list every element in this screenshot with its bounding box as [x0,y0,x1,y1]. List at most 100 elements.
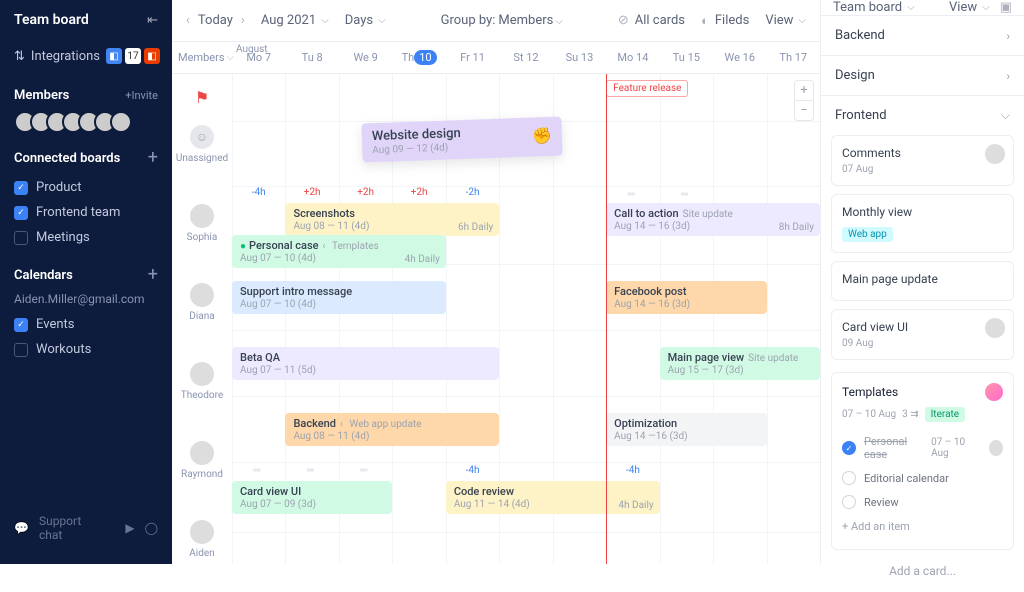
drag-handle-icon[interactable]: ═ [253,465,260,476]
drag-handle-icon[interactable]: ═ [307,465,314,476]
check-circle[interactable] [842,471,856,485]
day-header[interactable]: Th 10 [392,42,445,73]
members-column-header[interactable]: Members [172,42,232,74]
checkbox[interactable] [14,318,28,332]
group-by[interactable]: Group by:Members [441,13,563,28]
office-icon: ◧ [144,48,160,64]
sidebar-integrations[interactable]: ⇅ Integrations ◧ 17 ◧ [0,42,172,78]
checkbox[interactable] [14,343,28,357]
rp-card[interactable]: Card view UI09 Aug [831,309,1014,360]
check-circle[interactable] [842,495,856,509]
chat-icon[interactable]: 💬 [14,521,29,535]
checklist-item[interactable]: Editorial calendar [842,466,1003,490]
avatar [985,318,1005,338]
hour-delta: +2h [392,187,445,203]
avatar [190,520,214,544]
drag-handle-icon[interactable]: ═ [360,465,367,476]
day-header[interactable]: Tu 8 [285,42,338,73]
sidebar-calendar-item[interactable]: Events [14,312,158,337]
play-icon[interactable]: ▶ [125,521,134,535]
google-icon: ◧ [106,48,122,64]
timeline-card[interactable]: Beta QA Aug 07 — 11 (5d) [232,347,499,380]
rp-view-button[interactable]: View [949,0,990,15]
day-header[interactable]: Fr 11 [446,42,499,73]
layout-icon[interactable]: ▣ [1000,0,1012,15]
day-header[interactable]: We 16 [713,42,766,73]
hour-delta: -4h [232,187,285,203]
timeline-card[interactable]: Call to actionSite update Aug 14 — 16 (3… [606,203,820,236]
fields-icon: ◐ [701,13,709,29]
rp-card[interactable]: Main page update [831,261,1014,301]
day-header[interactable]: Mo 14 [606,42,659,73]
zoom-in-button[interactable]: + [795,81,813,101]
add-board-button[interactable]: + [148,149,158,167]
checkbox[interactable] [14,181,28,195]
timeline-card[interactable]: Code review Aug 11 — 14 (4d) 4h Daily [446,481,660,514]
scale-picker[interactable]: Days [345,13,386,28]
hour-delta: -4h [446,465,499,476]
timeline-card[interactable]: ●Personal case‹ Templates Aug 07 — 10 (4… [232,235,446,268]
sidebar-board-item[interactable]: Frontend team [14,200,158,225]
checkbox[interactable] [14,231,28,245]
add-calendar-button[interactable]: + [148,266,158,284]
timeline-card[interactable]: Optimization Aug 14 —16 (3d) [606,413,766,446]
hour-delta: +2h [339,187,392,203]
member-avatars[interactable] [14,111,158,133]
checkbox[interactable] [14,206,28,220]
day-header[interactable]: St 12 [499,42,552,73]
next-arrow-icon[interactable]: › [241,13,245,28]
rp-board-picker[interactable]: Team board [833,0,915,15]
rp-section-design[interactable]: Design › [821,56,1024,96]
rp-templates-card[interactable]: Templates 07 – 10 Aug3 ⇉Iterate Personal… [831,372,1014,550]
day-header[interactable]: We 9 [339,42,392,73]
rp-card[interactable]: Comments07 Aug [831,135,1014,186]
zoom-control: + − [794,80,814,121]
timeline-card[interactable]: Card view UI Aug 07 — 09 (3d) [232,481,392,514]
timeline-card[interactable]: Facebook post Aug 14 — 16 (3d) [606,281,766,314]
timeline-card[interactable]: Backend‹ Web app update Aug 08 — 11 (4d) [285,413,499,446]
chevron-right-icon: › [1006,69,1010,83]
toolbar: ‹ Today › Aug 2021 Days Group by:Members… [172,0,820,42]
avatar [190,204,214,228]
checklist-item[interactable]: Personal case07 – 10 Aug [842,430,1003,466]
flag-icon: ⚑ [195,88,209,107]
add-item-button[interactable]: + Add an item [842,514,1003,539]
sidebar-calendar-item[interactable]: Workouts [14,337,158,362]
zoom-out-button[interactable]: − [795,101,813,120]
drag-handle-icon[interactable]: ═ [681,189,688,200]
sync-icon: ⇅ [14,49,25,64]
checklist-item[interactable]: Review [842,490,1003,514]
support-chat[interactable]: Support chat [39,514,105,542]
help-icon[interactable]: ◯ [145,521,158,535]
prev-arrow-icon[interactable]: ‹ [186,13,190,28]
today-button[interactable]: Today [198,13,233,28]
sidebar-board-item[interactable]: Product [14,175,158,200]
avatar[interactable] [110,111,132,133]
view-button[interactable]: View [765,13,806,28]
hour-delta: -4h [606,465,659,476]
collapse-sidebar-icon[interactable]: ⇤ [147,13,158,28]
month-picker[interactable]: Aug 2021 [261,13,329,28]
fields-button[interactable]: ◐Fileds [701,13,749,29]
sidebar-board-item[interactable]: Meetings [14,225,158,250]
avatar [190,283,214,307]
day-header[interactable]: Mo 7 [232,42,285,73]
day-header[interactable]: Th 17 [767,42,820,73]
invite-button[interactable]: +Invite [125,89,158,102]
connected-boards-header: Connected boards [14,151,120,166]
rp-card[interactable]: Monthly viewWeb app [831,194,1014,253]
drag-handle-icon[interactable]: ═ [628,189,635,200]
timeline-card[interactable]: Support intro message Aug 07 — 10 (4d) [232,281,446,314]
timeline-card[interactable]: Screenshots Aug 08 — 11 (4d) 6h Daily [285,203,499,236]
add-card-button[interactable]: Add a card... [821,550,1024,592]
rp-section-frontend[interactable]: Frontend ⌵ [821,96,1024,135]
day-header[interactable]: Tu 15 [660,42,713,73]
timeline-card[interactable]: Main page viewSite update Aug 15 — 17 (3… [660,347,820,380]
check-circle[interactable] [842,441,856,455]
rp-section-backend[interactable]: Backend › [821,16,1024,56]
today-line [606,74,607,564]
day-header[interactable]: Su 13 [553,42,606,73]
calendar-icon: 17 [125,48,141,64]
calendars-header: Calendars [14,268,73,283]
all-cards-button[interactable]: ⊘All cards [618,13,685,28]
